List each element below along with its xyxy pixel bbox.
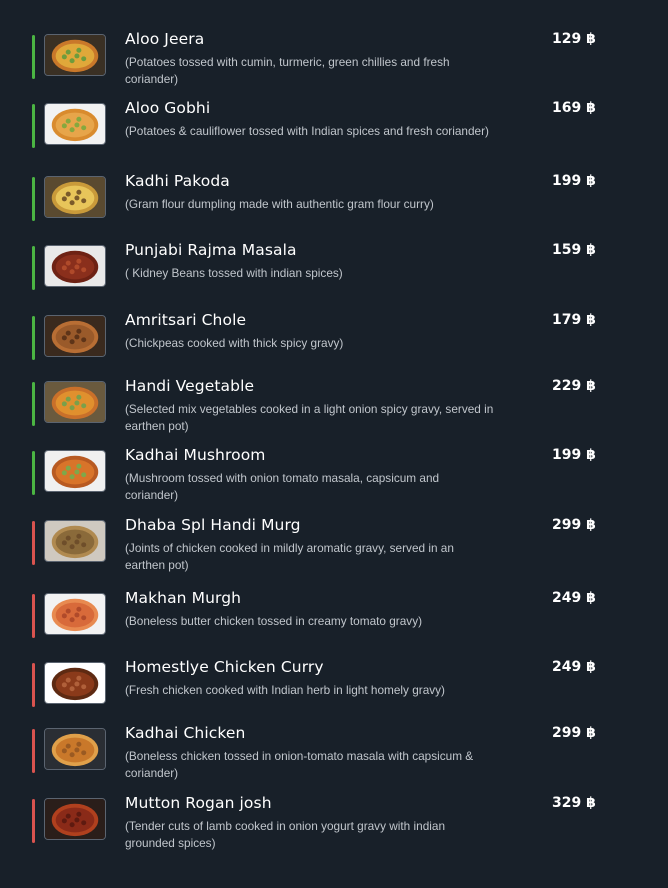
amritsari-chole-photo	[45, 316, 105, 356]
menu-item[interactable]: Punjabi Rajma Masala ( Kidney Beans toss…	[0, 241, 668, 305]
dish-name: Kadhi Pakoda	[125, 172, 230, 190]
dish-description: (Tender cuts of lamb cooked in onion yog…	[125, 819, 446, 850]
dish-price: 129 ฿	[552, 31, 596, 47]
menu-item[interactable]: Makhan Murgh (Boneless butter chicken to…	[0, 589, 668, 653]
aloo-jeera-photo	[45, 35, 105, 75]
nonveg-indicator	[32, 729, 35, 773]
dish-price: 169 ฿	[552, 100, 596, 116]
dish-name: Kadhai Chicken	[125, 724, 246, 742]
dish-description: (Boneless butter chicken tossed in cream…	[125, 614, 423, 628]
rajma-masala-photo	[45, 246, 105, 286]
kadhi-pakoda-photo	[45, 177, 105, 217]
dish-thumbnail[interactable]	[44, 798, 106, 840]
dish-description: (Selected mix vegetables cooked in a lig…	[125, 402, 494, 433]
makhan-murgh-photo	[45, 594, 105, 634]
nonveg-indicator	[32, 594, 35, 638]
dish-name: Makhan Murgh	[125, 589, 242, 607]
menu-list: Aloo Jeera (Potatoes tossed with cumin, …	[0, 0, 668, 888]
dish-thumbnail[interactable]	[44, 34, 106, 76]
dish-description: (Boneless chicken tossed in onion-tomato…	[125, 749, 474, 780]
dish-price: 199 ฿	[552, 173, 596, 189]
dish-description: (Chickpeas cooked with thick spicy gravy…	[125, 336, 344, 350]
dish-thumbnail[interactable]	[44, 176, 106, 218]
dish-price: 299 ฿	[552, 517, 596, 533]
dish-thumbnail[interactable]	[44, 450, 106, 492]
veg-indicator	[32, 382, 35, 426]
menu-item[interactable]: Homestlye Chicken Curry (Fresh chicken c…	[0, 658, 668, 722]
dish-thumbnail[interactable]	[44, 662, 106, 704]
nonveg-indicator	[32, 799, 35, 843]
menu-item[interactable]: Mutton Rogan josh (Tender cuts of lamb c…	[0, 794, 668, 858]
dish-price: 199 ฿	[552, 447, 596, 463]
dish-thumbnail[interactable]	[44, 315, 106, 357]
menu-item[interactable]: Kadhai Mushroom (Mushroom tossed with on…	[0, 446, 668, 510]
dish-price: 299 ฿	[552, 725, 596, 741]
dish-name: Punjabi Rajma Masala	[125, 241, 297, 259]
dish-name: Homestlye Chicken Curry	[125, 658, 324, 676]
dish-price: 329 ฿	[552, 795, 596, 811]
dish-thumbnail[interactable]	[44, 593, 106, 635]
veg-indicator	[32, 104, 35, 148]
dish-description: (Potatoes & cauliflower tossed with Indi…	[125, 124, 489, 138]
menu-item[interactable]: Dhaba Spl Handi Murg (Joints of chicken …	[0, 516, 668, 580]
menu-item[interactable]: Aloo Jeera (Potatoes tossed with cumin, …	[0, 30, 668, 94]
dish-thumbnail[interactable]	[44, 103, 106, 145]
dish-name: Amritsari Chole	[125, 311, 247, 329]
kadhai-chicken-photo	[45, 729, 105, 769]
dish-thumbnail[interactable]	[44, 520, 106, 562]
menu-item[interactable]: Kadhai Chicken (Boneless chicken tossed …	[0, 724, 668, 788]
dish-name: Dhaba Spl Handi Murg	[125, 516, 301, 534]
dish-description: (Mushroom tossed with onion tomato masal…	[125, 471, 440, 502]
dish-description: ( Kidney Beans tossed with indian spices…	[125, 266, 343, 280]
dish-description: (Gram flour dumpling made with authentic…	[125, 197, 434, 211]
dish-description: (Fresh chicken cooked with Indian herb i…	[125, 683, 445, 697]
veg-indicator	[32, 177, 35, 221]
menu-item[interactable]: Handi Vegetable (Selected mix vegetables…	[0, 377, 668, 441]
dish-name: Mutton Rogan josh	[125, 794, 272, 812]
dish-price: 249 ฿	[552, 590, 596, 606]
dish-price: 179 ฿	[552, 312, 596, 328]
menu-item[interactable]: Amritsari Chole (Chickpeas cooked with t…	[0, 311, 668, 375]
dish-description: (Potatoes tossed with cumin, turmeric, g…	[125, 55, 450, 86]
dish-thumbnail[interactable]	[44, 381, 106, 423]
rogan-josh-photo	[45, 799, 105, 839]
dish-thumbnail[interactable]	[44, 728, 106, 770]
menu-item[interactable]: Kadhi Pakoda (Gram flour dumpling made w…	[0, 172, 668, 236]
dish-description: (Joints of chicken cooked in mildly arom…	[125, 541, 454, 572]
veg-indicator	[32, 35, 35, 79]
handi-vegetable-photo	[45, 382, 105, 422]
dish-price: 229 ฿	[552, 378, 596, 394]
dish-name: Handi Vegetable	[125, 377, 255, 395]
dish-name: Aloo Jeera	[125, 30, 205, 48]
dish-price: 249 ฿	[552, 659, 596, 675]
veg-indicator	[32, 316, 35, 360]
aloo-gobhi-photo	[45, 104, 105, 144]
dish-name: Aloo Gobhi	[125, 99, 211, 117]
kadhai-mushroom-photo	[45, 451, 105, 491]
veg-indicator	[32, 246, 35, 290]
menu-item[interactable]: Aloo Gobhi (Potatoes & cauliflower tosse…	[0, 99, 668, 163]
dish-name: Kadhai Mushroom	[125, 446, 266, 464]
veg-indicator	[32, 451, 35, 495]
chicken-curry-photo	[45, 663, 105, 703]
nonveg-indicator	[32, 663, 35, 707]
dish-price: 159 ฿	[552, 242, 596, 258]
nonveg-indicator	[32, 521, 35, 565]
handi-murg-photo	[45, 521, 105, 561]
dish-thumbnail[interactable]	[44, 245, 106, 287]
